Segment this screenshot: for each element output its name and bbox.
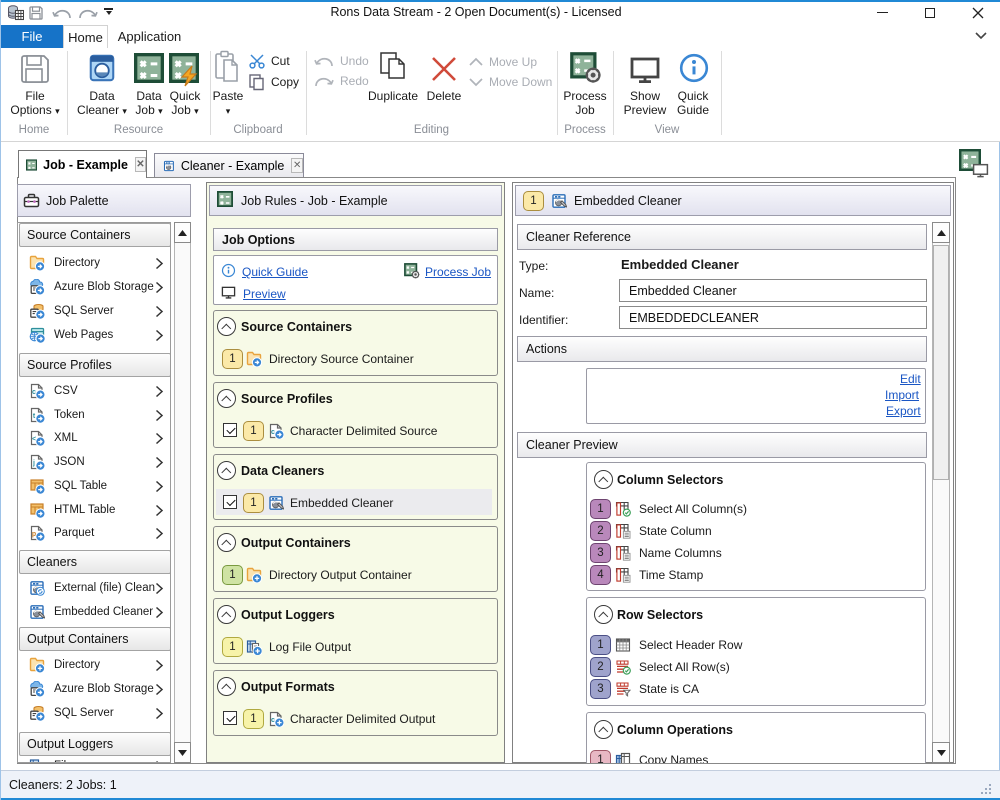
- svg-text:j: j: [32, 460, 35, 467]
